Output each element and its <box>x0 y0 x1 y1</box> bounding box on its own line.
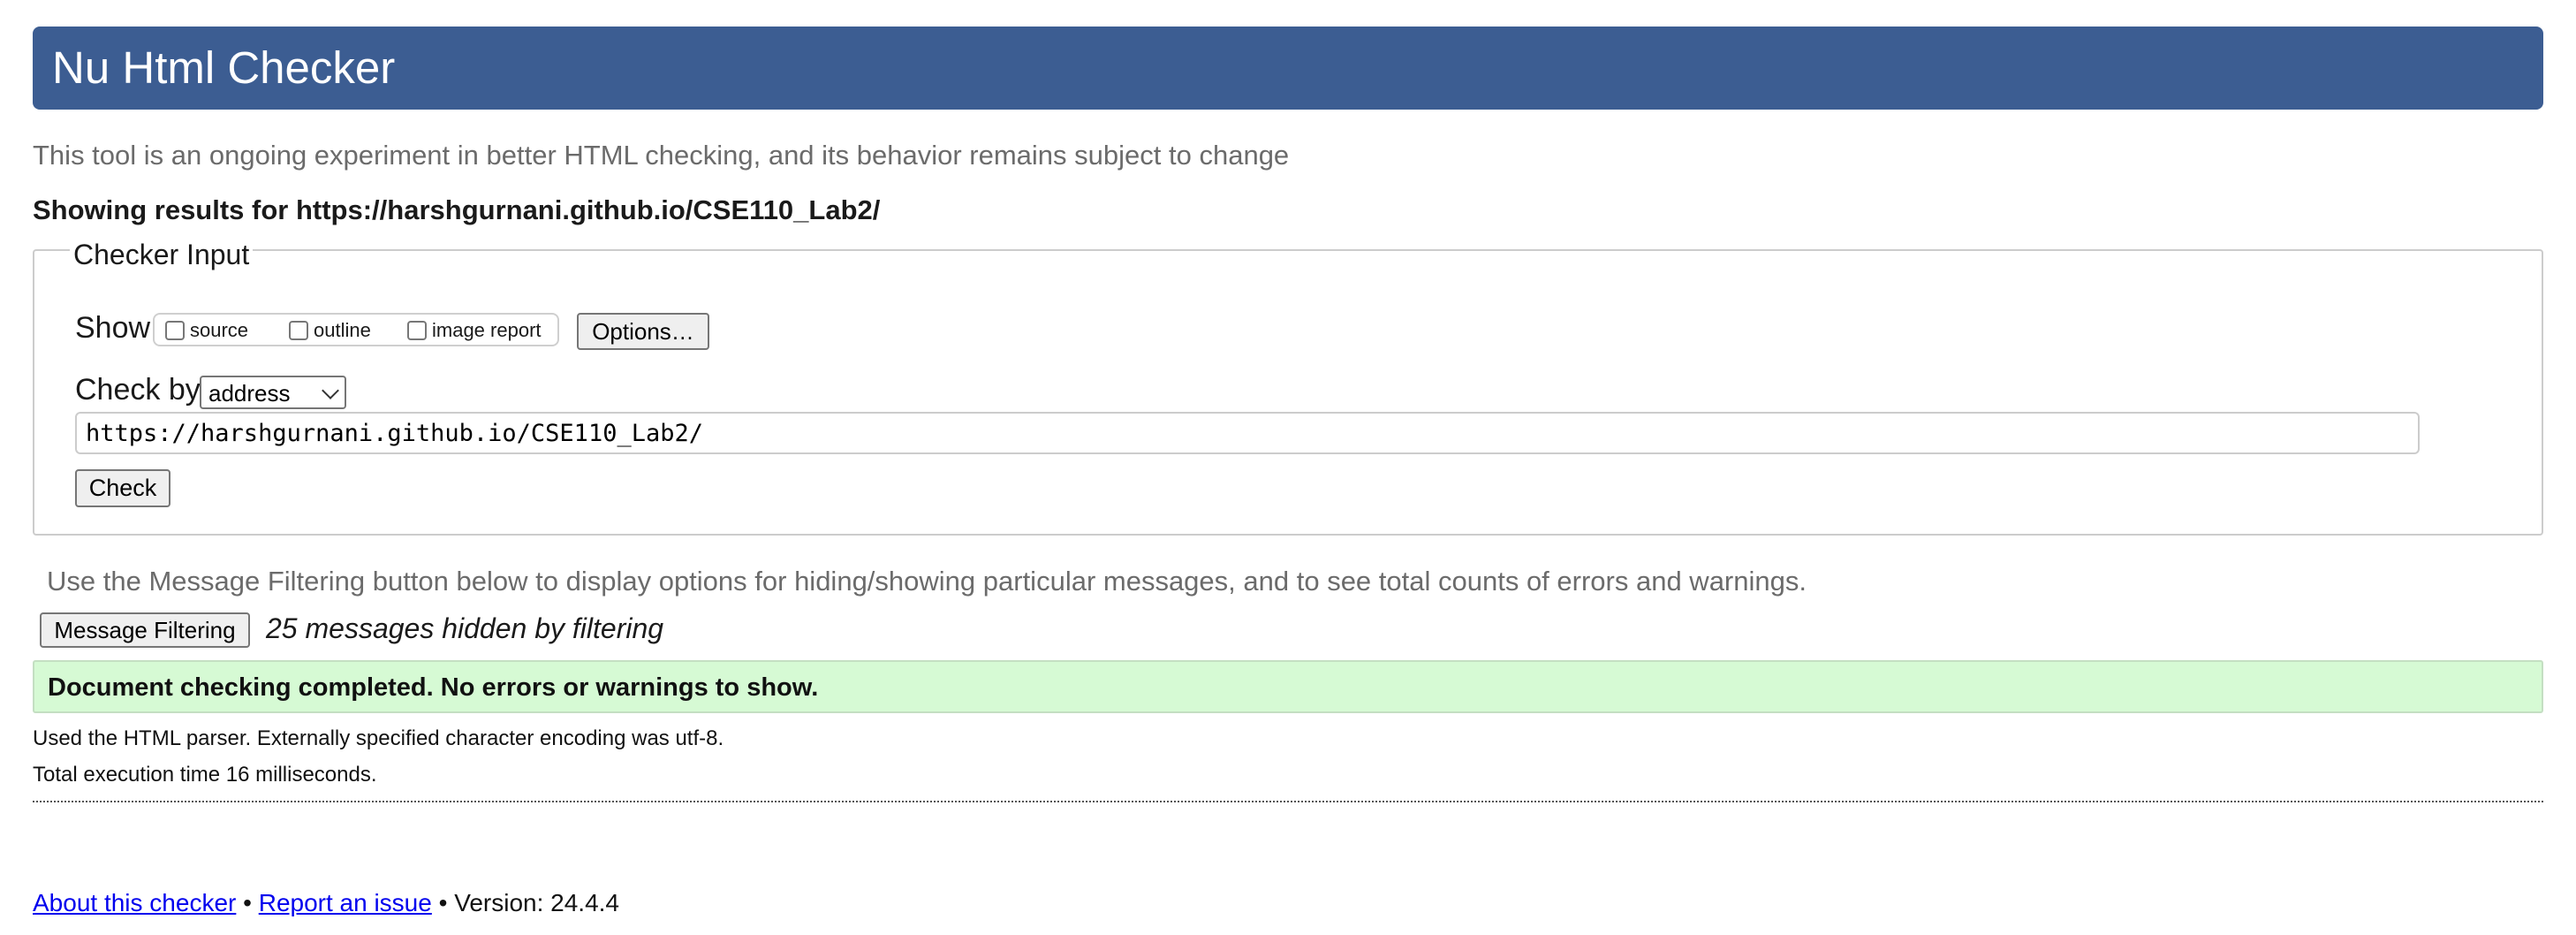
options-button[interactable]: Options… <box>577 313 709 350</box>
image-report-checkbox-label: image report <box>432 319 542 341</box>
image-report-checkbox[interactable] <box>407 321 427 340</box>
show-label: Show <box>75 311 151 345</box>
checker-input-legend: Checker Input <box>70 240 254 269</box>
show-image-report-option[interactable]: image report <box>407 319 542 342</box>
tagline: This tool is an ongoing experiment in be… <box>33 140 1290 171</box>
report-issue-link[interactable]: Report an issue <box>259 889 432 916</box>
outline-checkbox-label: outline <box>314 319 371 341</box>
show-outline-option[interactable]: outline <box>289 319 371 342</box>
success-message: Document checking completed. No errors o… <box>48 673 819 702</box>
check-by-select[interactable]: address <box>200 376 346 409</box>
version-text: Version: 24.4.4 <box>454 889 620 916</box>
check-by-selected-value: address <box>208 380 291 407</box>
about-checker-link[interactable]: About this checker <box>33 889 236 916</box>
showing-results-heading: Showing results for https://harshgurnani… <box>33 194 881 225</box>
show-options-group: source outline image report <box>153 313 559 346</box>
app-header: Nu Html Checker <box>33 27 2543 110</box>
outline-checkbox[interactable] <box>289 321 308 340</box>
footer-separator: • <box>438 889 448 916</box>
page-title: Nu Html Checker <box>52 42 396 93</box>
source-checkbox-label: source <box>190 319 249 341</box>
hidden-messages-count: 25 messages hidden by filtering <box>266 612 664 644</box>
source-checkbox[interactable] <box>165 321 185 340</box>
message-filtering-note: Use the Message Filtering button below t… <box>47 566 1807 597</box>
parser-info: Used the HTML parser. Externally specifi… <box>33 726 724 750</box>
check-button[interactable]: Check <box>75 469 170 507</box>
url-input[interactable] <box>75 412 2420 454</box>
checker-input-panel: Checker Input <box>33 240 2543 536</box>
dotted-divider <box>33 801 2543 802</box>
footer-separator: • <box>243 889 252 916</box>
check-by-label: Check by <box>75 373 201 407</box>
message-filtering-button[interactable]: Message Filtering <box>40 612 250 648</box>
chevron-down-icon <box>322 382 339 399</box>
execution-time: Total execution time 16 milliseconds. <box>33 763 377 787</box>
footer: About this checker • Report an issue • V… <box>33 889 619 917</box>
success-message-box: Document checking completed. No errors o… <box>33 660 2543 713</box>
show-source-option[interactable]: source <box>165 319 248 342</box>
